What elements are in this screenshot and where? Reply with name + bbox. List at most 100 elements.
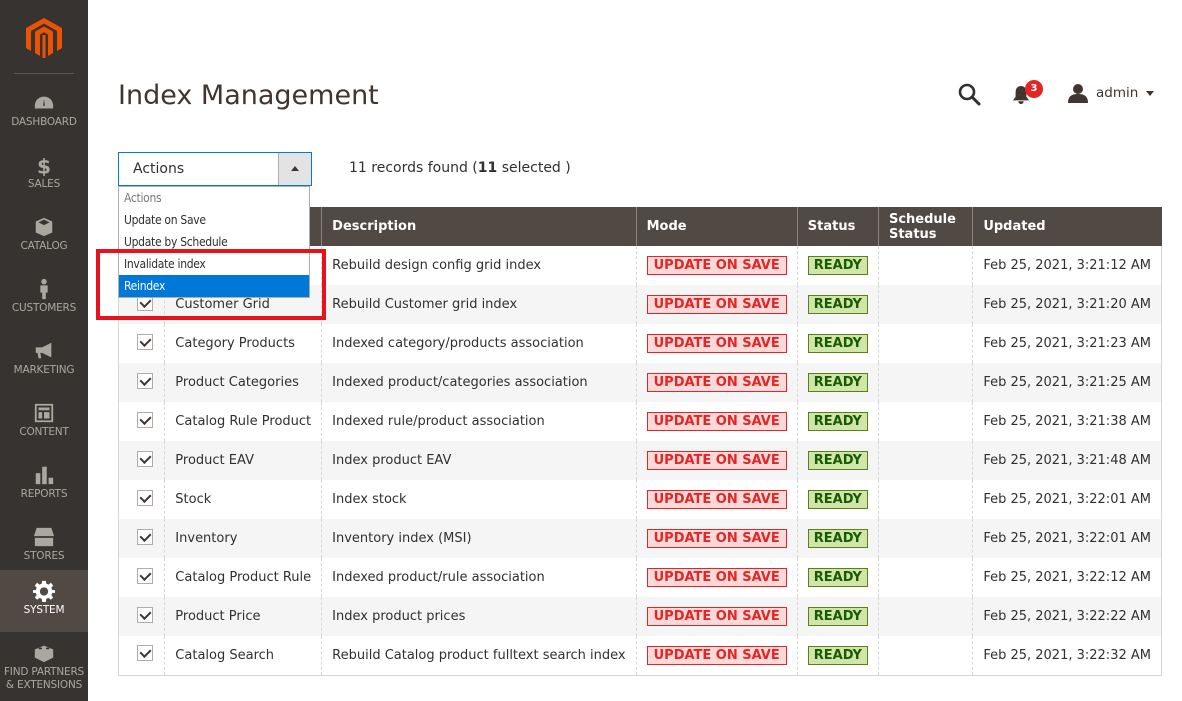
sidebar-item-label: STORES bbox=[23, 550, 65, 562]
mode-cell: UPDATE ON SAVE bbox=[635, 519, 798, 558]
row-checkbox[interactable] bbox=[137, 645, 153, 662]
column-header-mode[interactable]: Mode bbox=[635, 207, 798, 246]
schedule-status bbox=[877, 480, 973, 519]
chevron-down-icon bbox=[1146, 90, 1155, 96]
row-checkbox[interactable] bbox=[137, 606, 153, 623]
sidebar-item-reports[interactable]: REPORTS bbox=[0, 460, 88, 522]
records-found-summary: 11 records found (11 selected ) bbox=[349, 160, 571, 176]
search-icon bbox=[958, 83, 981, 106]
updated-timestamp: Feb 25, 2021, 3:22:01 AM bbox=[972, 519, 1162, 558]
indexer-description: Rebuild Catalog product fulltext search … bbox=[321, 636, 637, 676]
sidebar-item-sales[interactable]: $ SALES bbox=[0, 150, 88, 212]
sidebar-item-label: REPORTS bbox=[20, 488, 68, 500]
status-cell: READY bbox=[796, 519, 879, 558]
row-checkbox[interactable] bbox=[137, 372, 153, 389]
table-row[interactable]: Category Products Indexed category/produc… bbox=[117, 324, 1162, 363]
box-icon bbox=[0, 216, 88, 240]
updated-timestamp: Feb 25, 2021, 3:22:12 AM bbox=[972, 558, 1162, 597]
row-checkbox[interactable] bbox=[137, 333, 153, 350]
sidebar-item-marketing[interactable]: MARKETING bbox=[0, 336, 88, 398]
updated-timestamp: Feb 25, 2021, 3:22:32 AM bbox=[972, 636, 1162, 676]
status-badge: READY bbox=[807, 451, 868, 470]
updated-timestamp: Feb 25, 2021, 3:22:01 AM bbox=[972, 480, 1162, 519]
schedule-status bbox=[877, 363, 973, 402]
sidebar-item-customers[interactable]: CUSTOMERS bbox=[0, 274, 88, 336]
row-select-cell bbox=[117, 480, 165, 519]
mode-cell: UPDATE ON SAVE bbox=[635, 246, 798, 285]
status-cell: READY bbox=[796, 324, 879, 363]
gear-icon bbox=[0, 580, 88, 604]
table-row[interactable]: Catalog Search Rebuild Catalog product fu… bbox=[117, 636, 1162, 676]
sidebar-item-content[interactable]: CONTENT bbox=[0, 398, 88, 460]
chevron-up-icon[interactable] bbox=[278, 153, 311, 185]
mode-badge: UPDATE ON SAVE bbox=[646, 568, 787, 587]
status-badge: READY bbox=[807, 295, 868, 314]
sidebar-item-find-partners[interactable]: FIND PARTNERS & EXTENSIONS bbox=[0, 640, 88, 701]
sidebar-item-label: MARKETING bbox=[13, 364, 75, 376]
updated-timestamp: Feb 25, 2021, 3:22:22 AM bbox=[972, 597, 1162, 636]
column-header-description[interactable]: Description bbox=[321, 207, 637, 246]
mode-cell: UPDATE ON SAVE bbox=[635, 285, 798, 324]
table-row[interactable]: Stock Index stock UPDATE ON SAVE READY Feb 2… bbox=[117, 480, 1162, 519]
indexer-description: Indexed product/categories association bbox=[321, 363, 637, 402]
table-row[interactable]: Product Price Index product prices UPDATE … bbox=[117, 597, 1162, 636]
row-checkbox[interactable] bbox=[137, 567, 153, 584]
column-header-updated[interactable]: Updated bbox=[972, 207, 1162, 246]
lego-brick-icon bbox=[0, 642, 88, 666]
sidebar-item-system[interactable]: SYSTEM bbox=[0, 570, 88, 632]
global-search-button[interactable] bbox=[957, 82, 981, 106]
column-header-schedule-status[interactable]: Schedule Status bbox=[877, 207, 973, 246]
indexer-name: Inventory bbox=[164, 519, 322, 558]
row-checkbox[interactable] bbox=[137, 489, 153, 506]
mass-action-option-placeholder[interactable]: Actions bbox=[119, 187, 309, 209]
row-checkbox[interactable] bbox=[137, 411, 153, 428]
mass-actions-select[interactable]: Actions bbox=[118, 152, 312, 186]
mode-badge: UPDATE ON SAVE bbox=[646, 645, 787, 665]
mode-badge: UPDATE ON SAVE bbox=[646, 412, 787, 431]
table-row[interactable]: Product Categories Indexed product/catego… bbox=[117, 363, 1162, 402]
table-row[interactable]: Catalog Product Rule Indexed product/rule… bbox=[117, 558, 1162, 597]
sidebar-item-label: SYSTEM bbox=[23, 604, 65, 616]
indexer-description: Index product prices bbox=[321, 597, 637, 636]
indexer-name: Catalog Product Rule bbox=[164, 558, 322, 597]
status-badge: READY bbox=[807, 645, 868, 665]
mass-action-option-update-on-save[interactable]: Update on Save bbox=[119, 209, 309, 231]
selected-count: 11 bbox=[477, 160, 498, 176]
indexer-description: Rebuild Customer grid index bbox=[321, 285, 637, 324]
indexer-description: Indexed category/products association bbox=[321, 324, 637, 363]
megaphone-icon bbox=[0, 340, 88, 364]
mode-cell: UPDATE ON SAVE bbox=[635, 558, 798, 597]
sidebar-item-label: DASHBOARD bbox=[11, 116, 77, 128]
indexer-name: Catalog Search bbox=[164, 636, 322, 676]
mass-action-option-reindex[interactable]: Reindex bbox=[119, 275, 309, 297]
row-checkbox[interactable] bbox=[137, 450, 153, 467]
indexer-name: Stock bbox=[164, 480, 322, 519]
column-header-status[interactable]: Status bbox=[796, 207, 879, 246]
schedule-status bbox=[877, 402, 973, 441]
dashboard-icon bbox=[0, 92, 88, 116]
notifications-button[interactable]: 3 bbox=[1010, 80, 1043, 106]
mode-cell: UPDATE ON SAVE bbox=[635, 363, 798, 402]
sidebar-item-label: CATALOG bbox=[20, 240, 68, 252]
mode-badge: UPDATE ON SAVE bbox=[646, 256, 787, 275]
user-account-menu[interactable]: admin bbox=[1068, 82, 1155, 104]
mass-action-option-invalidate-index[interactable]: Invalidate index bbox=[119, 253, 309, 275]
mode-cell: UPDATE ON SAVE bbox=[635, 636, 798, 676]
magento-logo[interactable] bbox=[26, 18, 62, 59]
table-row[interactable]: Catalog Rule Product Indexed rule/product… bbox=[117, 402, 1162, 441]
status-cell: READY bbox=[796, 402, 879, 441]
table-row[interactable]: Product EAV Index product EAV UPDATE ON SA… bbox=[117, 441, 1162, 480]
mode-cell: UPDATE ON SAVE bbox=[635, 324, 798, 363]
updated-timestamp: Feb 25, 2021, 3:21:25 AM bbox=[972, 363, 1162, 402]
records-found-text: 11 records found ( bbox=[349, 160, 478, 176]
layout-icon bbox=[0, 402, 88, 426]
sidebar-item-label: FIND PARTNERS bbox=[3, 666, 85, 678]
table-row[interactable]: Inventory Inventory index (MSI) UPDATE ON … bbox=[117, 519, 1162, 558]
status-cell: READY bbox=[796, 636, 879, 676]
status-cell: READY bbox=[796, 597, 879, 636]
sidebar-item-catalog[interactable]: CATALOG bbox=[0, 212, 88, 274]
row-checkbox[interactable] bbox=[137, 528, 153, 545]
sidebar-item-dashboard[interactable]: DASHBOARD bbox=[0, 88, 88, 150]
status-cell: READY bbox=[796, 246, 879, 285]
mass-action-option-update-by-schedule[interactable]: Update by Schedule bbox=[119, 231, 309, 253]
